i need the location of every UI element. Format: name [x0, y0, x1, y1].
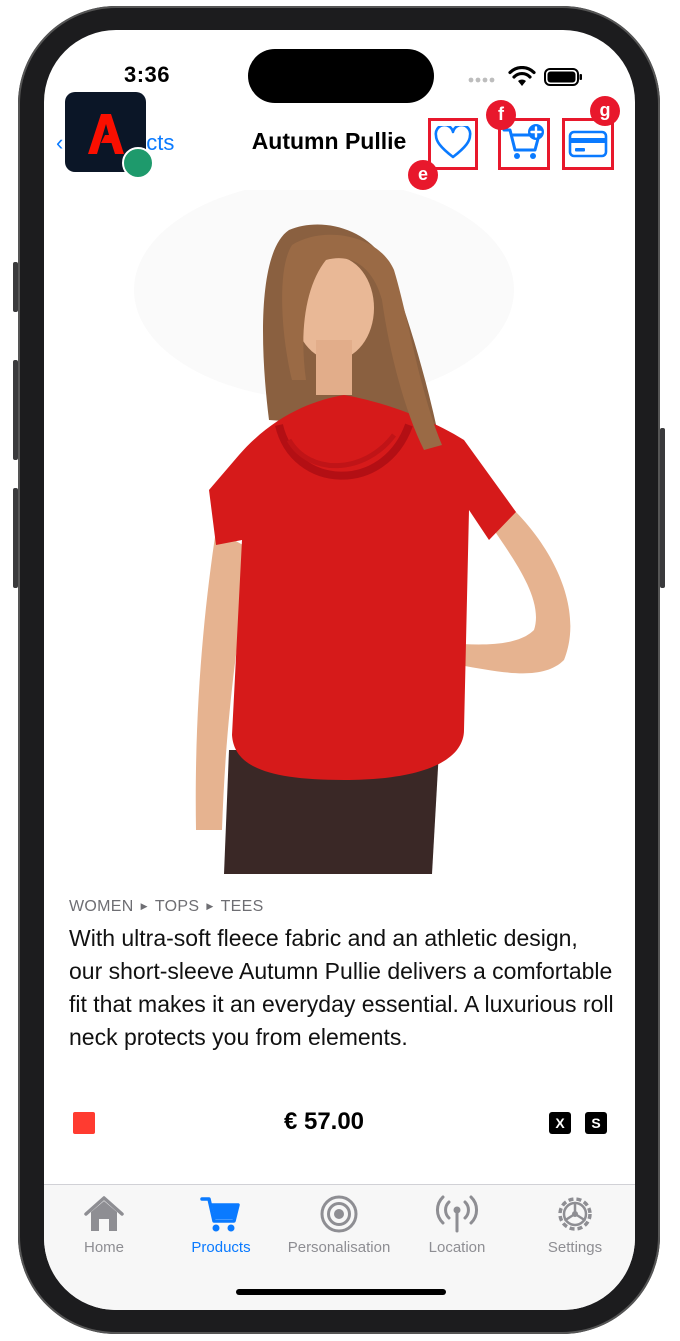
tab-label-products: Products — [191, 1239, 251, 1256]
product-price: € 57.00 — [283, 1108, 365, 1135]
breadcrumb-item[interactable]: WOMEN — [69, 898, 134, 916]
cart-plus-icon[interactable] — [502, 122, 546, 162]
status-icons — [468, 66, 588, 88]
size-option-s[interactable]: S — [585, 1112, 607, 1134]
status-dot — [122, 147, 154, 179]
tab-bar: Home Products Personalisation Location S… — [44, 1184, 635, 1310]
battery-icon — [544, 68, 582, 86]
tab-home[interactable]: Home — [45, 1193, 163, 1256]
gear-icon — [558, 1197, 592, 1231]
tab-label-location: Location — [428, 1239, 486, 1256]
page-title: Autumn Pullie — [251, 128, 407, 154]
tab-label-settings: Settings — [547, 1239, 603, 1256]
breadcrumb: WOMEN ▶ TOPS ▶ TEES — [69, 898, 264, 916]
tab-label-personalisation: Personalisation — [287, 1239, 391, 1256]
breadcrumb-item[interactable]: TOPS — [155, 898, 199, 916]
antenna-icon — [436, 1195, 478, 1233]
signal-icon — [468, 77, 495, 83]
annotation-badge-f: f — [486, 100, 516, 130]
breadcrumb-item[interactable]: TEES — [221, 898, 264, 916]
wifi-icon — [508, 66, 536, 86]
status-time: 3:36 — [124, 62, 171, 87]
credit-card-icon[interactable] — [568, 130, 608, 158]
tab-personalisation[interactable]: Personalisation — [280, 1193, 398, 1256]
tab-label-home: Home — [83, 1239, 124, 1256]
tab-settings[interactable]: Settings — [516, 1193, 634, 1256]
app-logo — [65, 92, 154, 179]
tab-location[interactable]: Location — [398, 1193, 516, 1256]
phone-screen: 3:36 ‹ ucts Autumn Pullie e f g WOMEN ▶ … — [44, 30, 635, 1310]
product-description: With ultra-soft fleece fabric and an ath… — [69, 925, 614, 1050]
breadcrumb-separator-icon: ▶ — [206, 901, 214, 911]
breadcrumb-separator-icon: ▶ — [140, 901, 148, 911]
house-icon — [84, 1196, 124, 1231]
size-option-x[interactable]: X — [549, 1112, 571, 1134]
color-swatch[interactable] — [73, 1112, 95, 1134]
product-image — [134, 190, 571, 874]
cart-icon — [200, 1197, 240, 1232]
target-icon — [320, 1195, 358, 1233]
annotation-badge-g: g — [590, 96, 620, 126]
dynamic-island — [248, 49, 434, 103]
annotation-badge-e: e — [408, 160, 438, 190]
heart-icon[interactable] — [434, 126, 472, 160]
tab-products[interactable]: Products — [162, 1193, 280, 1256]
phone-power-button — [660, 428, 665, 588]
chevron-left-icon: ‹ — [56, 130, 64, 155]
home-indicator — [236, 1289, 446, 1295]
